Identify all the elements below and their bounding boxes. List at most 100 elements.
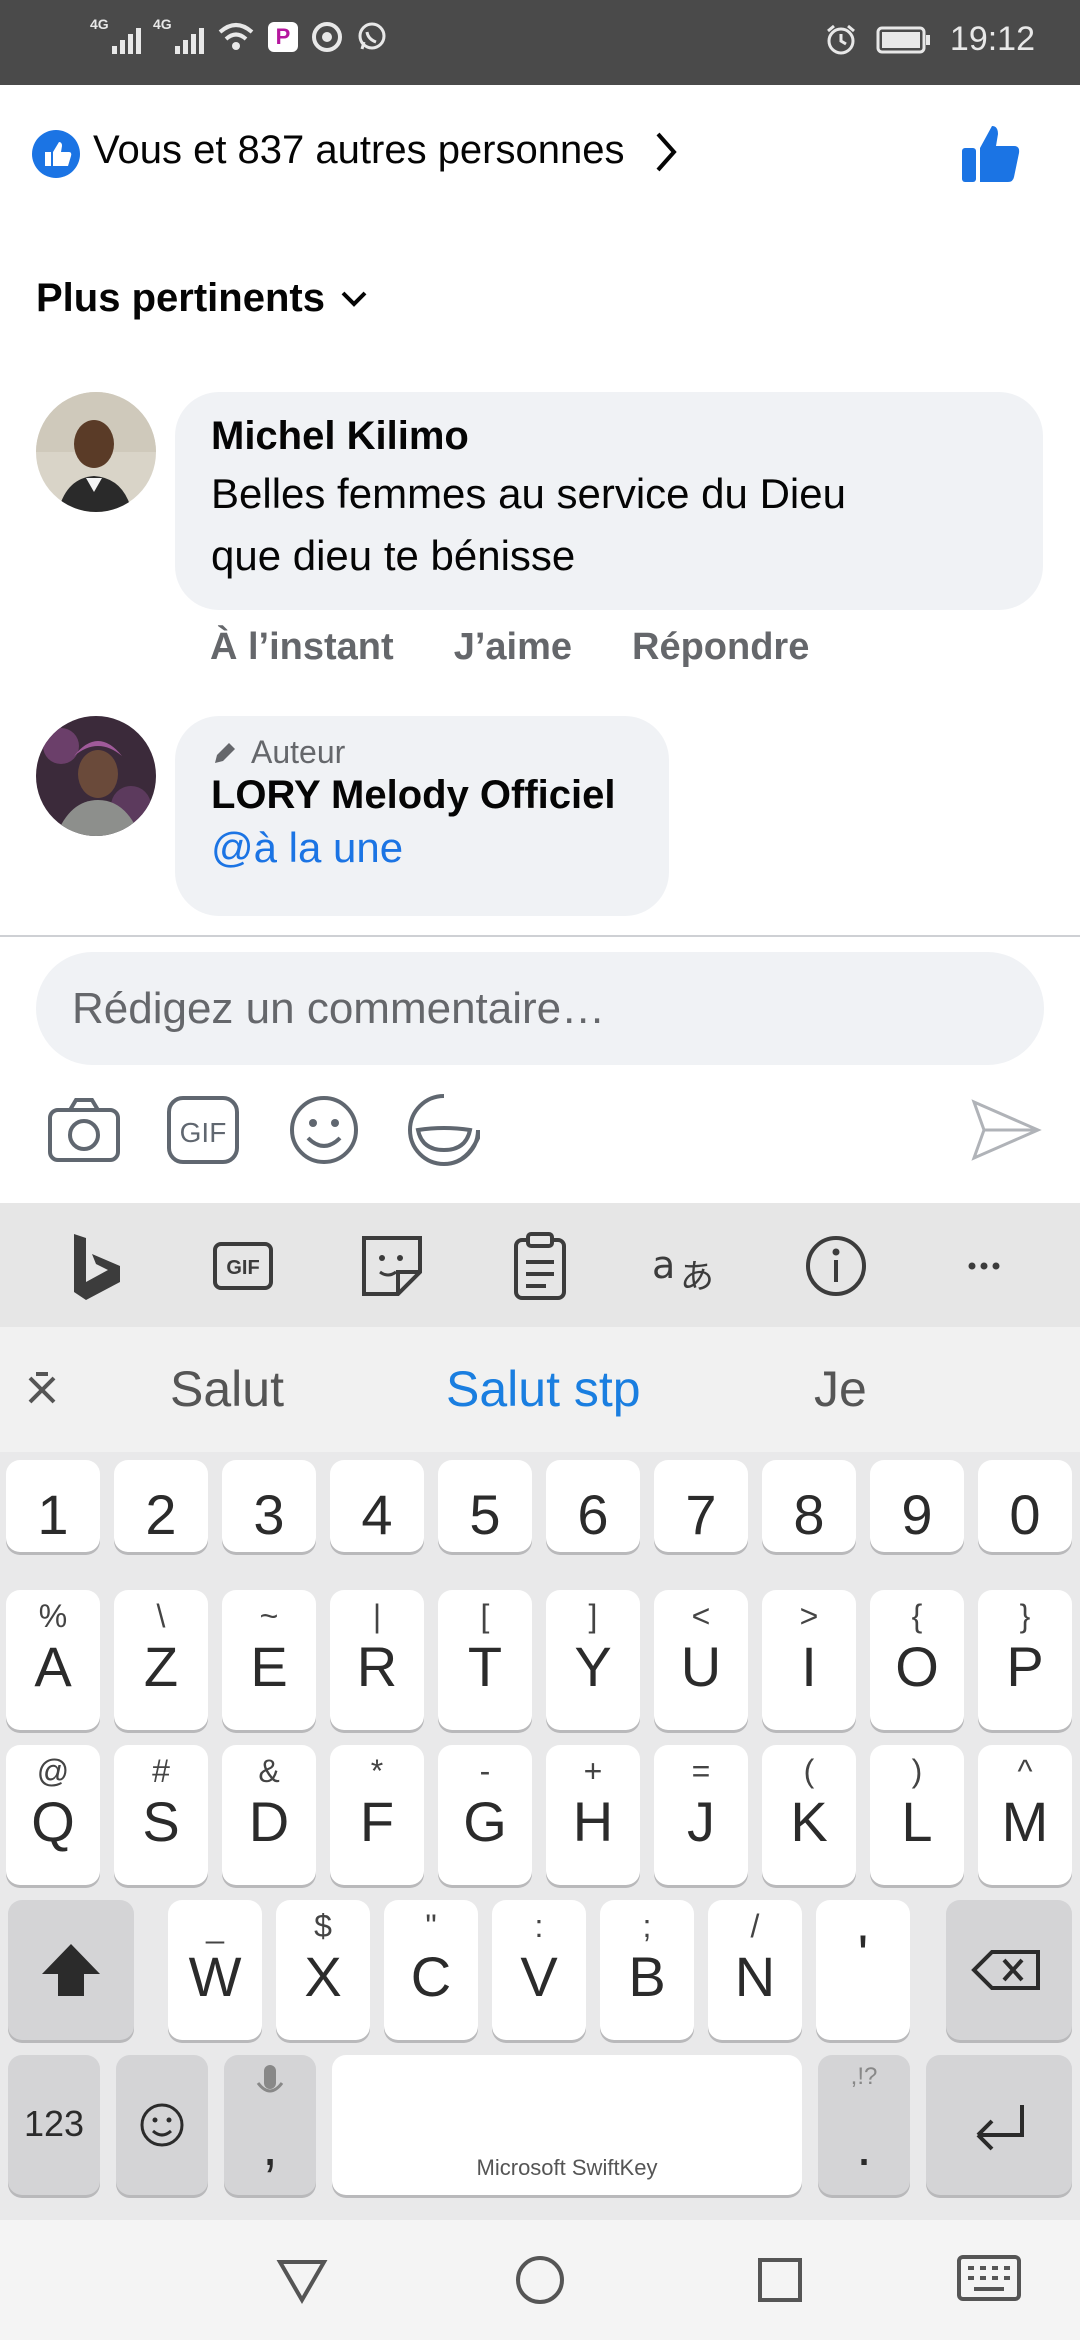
emoji-key-icon: [140, 2103, 184, 2147]
gif-icon[interactable]: GIF: [163, 1090, 243, 1170]
like-button-icon[interactable]: [958, 122, 1022, 186]
keyboard-gif-icon[interactable]: GIF: [203, 1226, 283, 1306]
comment-composer[interactable]: [36, 952, 1044, 1065]
comment-author-name[interactable]: LORY Melody Officiel: [211, 773, 633, 818]
key-number[interactable]: 6: [546, 1460, 640, 1552]
shift-key[interactable]: [8, 1900, 134, 2040]
bing-icon[interactable]: [56, 1226, 136, 1306]
key-number[interactable]: 7: [654, 1460, 748, 1552]
key-letter[interactable]: ': [816, 1900, 910, 2040]
recents-icon[interactable]: [750, 2250, 810, 2310]
key-letter[interactable]: :V: [492, 1900, 586, 2040]
key-label: .: [856, 2114, 872, 2177]
space-bar-label: Microsoft SwiftKey: [476, 2155, 658, 2180]
reactions-summary-link[interactable]: Vous et 837 autres personnes: [93, 128, 680, 174]
key-number[interactable]: 5: [438, 1460, 532, 1552]
key-number[interactable]: 2: [114, 1460, 208, 1552]
key-letter[interactable]: @ Q: [6, 1745, 100, 1885]
key-label: T: [467, 1635, 503, 1698]
comment-like-button[interactable]: J’aime: [454, 626, 572, 669]
author-avatar[interactable]: [36, 716, 156, 836]
key-letter[interactable]: } P: [978, 1590, 1072, 1730]
key-number[interactable]: 9: [870, 1460, 964, 1552]
home-icon[interactable]: [510, 2250, 570, 2310]
key-label: 2: [145, 1483, 177, 1546]
key-label: P: [1006, 1635, 1044, 1698]
key-letter[interactable]: / N: [708, 1900, 802, 2040]
space-bar[interactable]: Microsoft SwiftKey: [332, 2055, 802, 2195]
camera-icon[interactable]: [44, 1090, 124, 1170]
mention-link[interactable]: @à la une: [211, 818, 633, 878]
enter-key[interactable]: [926, 2055, 1072, 2195]
key-label: V: [520, 1945, 558, 2008]
comment-author-name[interactable]: Michel Kilimo: [211, 414, 1007, 459]
key-letter[interactable]: (K: [762, 1745, 856, 1885]
key-number[interactable]: 8: [762, 1460, 856, 1552]
translate-icon[interactable]: aあ: [648, 1226, 728, 1306]
key-number[interactable]: 3: [222, 1460, 316, 1552]
key-letter[interactable]: _ W: [168, 1900, 262, 2040]
emoji-key[interactable]: [116, 2055, 208, 2195]
microphone-icon: [256, 2065, 284, 2093]
info-icon[interactable]: [796, 1226, 876, 1306]
key-letter[interactable]: & D: [222, 1745, 316, 1885]
back-icon[interactable]: [272, 2250, 332, 2310]
key-label: H: [572, 1790, 614, 1853]
key-letter[interactable]: \ Z: [114, 1590, 208, 1730]
suggestion[interactable]: Je: [814, 1360, 867, 1418]
key-letter[interactable]: > I: [762, 1590, 856, 1730]
author-comment-bubble[interactable]: Auteur LORY Melody Officiel @à la une: [175, 716, 669, 916]
send-icon[interactable]: [966, 1090, 1046, 1170]
comment-actions: À l’instant J’aime Répondre: [210, 626, 809, 669]
key-letter[interactable]: [T: [438, 1590, 532, 1730]
numbers-key[interactable]: 123: [8, 2055, 100, 2195]
key-secondary-label: ": [425, 1908, 437, 1944]
key-letter[interactable]: = J: [654, 1745, 748, 1885]
key-letter[interactable]: | R: [330, 1590, 424, 1730]
key-number[interactable]: 4: [330, 1460, 424, 1552]
emoji-icon[interactable]: [284, 1090, 364, 1170]
key-letter[interactable]: % A: [6, 1590, 100, 1730]
key-letter[interactable]: < U: [654, 1590, 748, 1730]
sort-dropdown[interactable]: Plus pertinents: [36, 276, 369, 321]
more-icon[interactable]: [944, 1226, 1024, 1306]
sticker-icon[interactable]: [404, 1090, 484, 1170]
key-label: R: [356, 1635, 398, 1698]
key-letter[interactable]: -G: [438, 1745, 532, 1885]
suggestion-highlighted[interactable]: Salut stp: [446, 1360, 641, 1418]
key-letter[interactable]: " C: [384, 1900, 478, 2040]
network-type-label-2: 4G: [153, 16, 172, 32]
key-label: U: [680, 1635, 722, 1698]
key-label: G: [463, 1790, 507, 1853]
keyboard-hide-icon[interactable]: [956, 2254, 1022, 2304]
close-suggestions-icon[interactable]: [22, 1370, 62, 1410]
key-label: 8: [793, 1483, 825, 1546]
key-letter[interactable]: ^ M: [978, 1745, 1072, 1885]
composer-divider: [0, 935, 1080, 937]
wifi-icon: [218, 23, 254, 50]
key-secondary-label: {: [911, 1598, 923, 1634]
key-secondary-label: ,!?: [850, 2063, 878, 2090]
clipboard-icon[interactable]: [500, 1226, 580, 1306]
suggestion[interactable]: Salut: [170, 1360, 284, 1418]
key-label: L: [901, 1790, 933, 1853]
key-letter[interactable]: * F: [330, 1745, 424, 1885]
key-number[interactable]: 0: [978, 1460, 1072, 1552]
comma-key[interactable]: ,: [224, 2055, 316, 2195]
comment-bubble[interactable]: Michel Kilimo Belles femmes au service d…: [175, 392, 1043, 610]
key-letter[interactable]: ; B: [600, 1900, 694, 2040]
key-letter[interactable]: $ X: [276, 1900, 370, 2040]
key-letter[interactable]: ) L: [870, 1745, 964, 1885]
key-letter[interactable]: {O: [870, 1590, 964, 1730]
key-number[interactable]: 1: [6, 1460, 100, 1552]
key-letter[interactable]: ~ E: [222, 1590, 316, 1730]
backspace-key[interactable]: [946, 1900, 1072, 2040]
period-key[interactable]: ,!?.: [818, 2055, 910, 2195]
key-letter[interactable]: + H: [546, 1745, 640, 1885]
comment-input[interactable]: [36, 952, 1044, 1065]
sticker-keyboard-icon[interactable]: [352, 1226, 432, 1306]
key-letter[interactable]: ] Y: [546, 1590, 640, 1730]
comment-reply-button[interactable]: Répondre: [632, 626, 809, 669]
commenter-avatar[interactable]: [36, 392, 156, 512]
key-letter[interactable]: # S: [114, 1745, 208, 1885]
